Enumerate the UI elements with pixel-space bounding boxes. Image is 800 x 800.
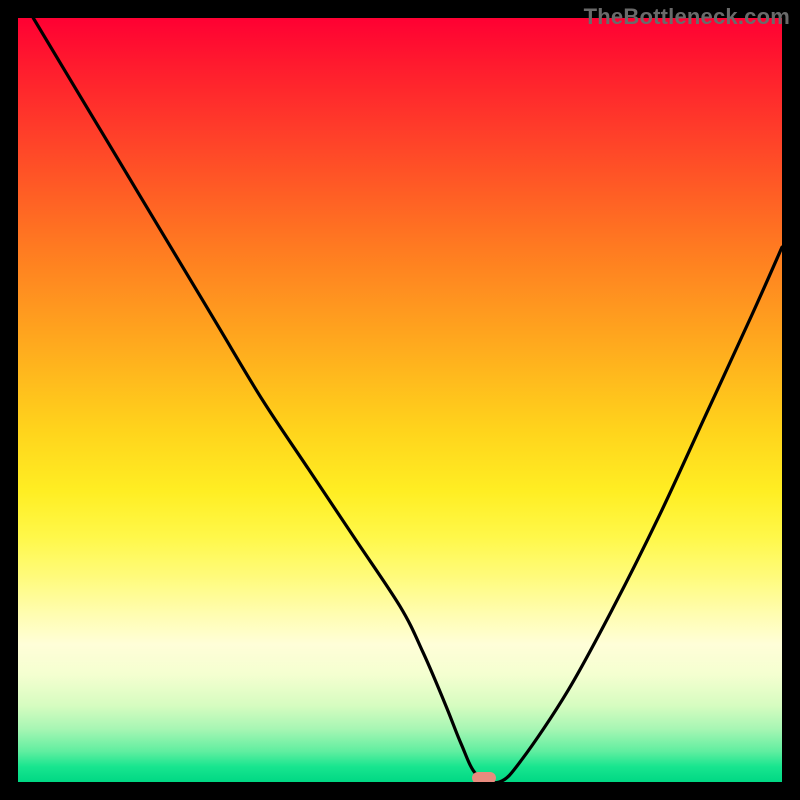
optimal-point-marker — [472, 772, 496, 782]
chart-frame: TheBottleneck.com — [0, 0, 800, 800]
plot-area — [18, 18, 782, 782]
watermark-text: TheBottleneck.com — [584, 4, 790, 30]
bottleneck-curve — [18, 18, 782, 782]
